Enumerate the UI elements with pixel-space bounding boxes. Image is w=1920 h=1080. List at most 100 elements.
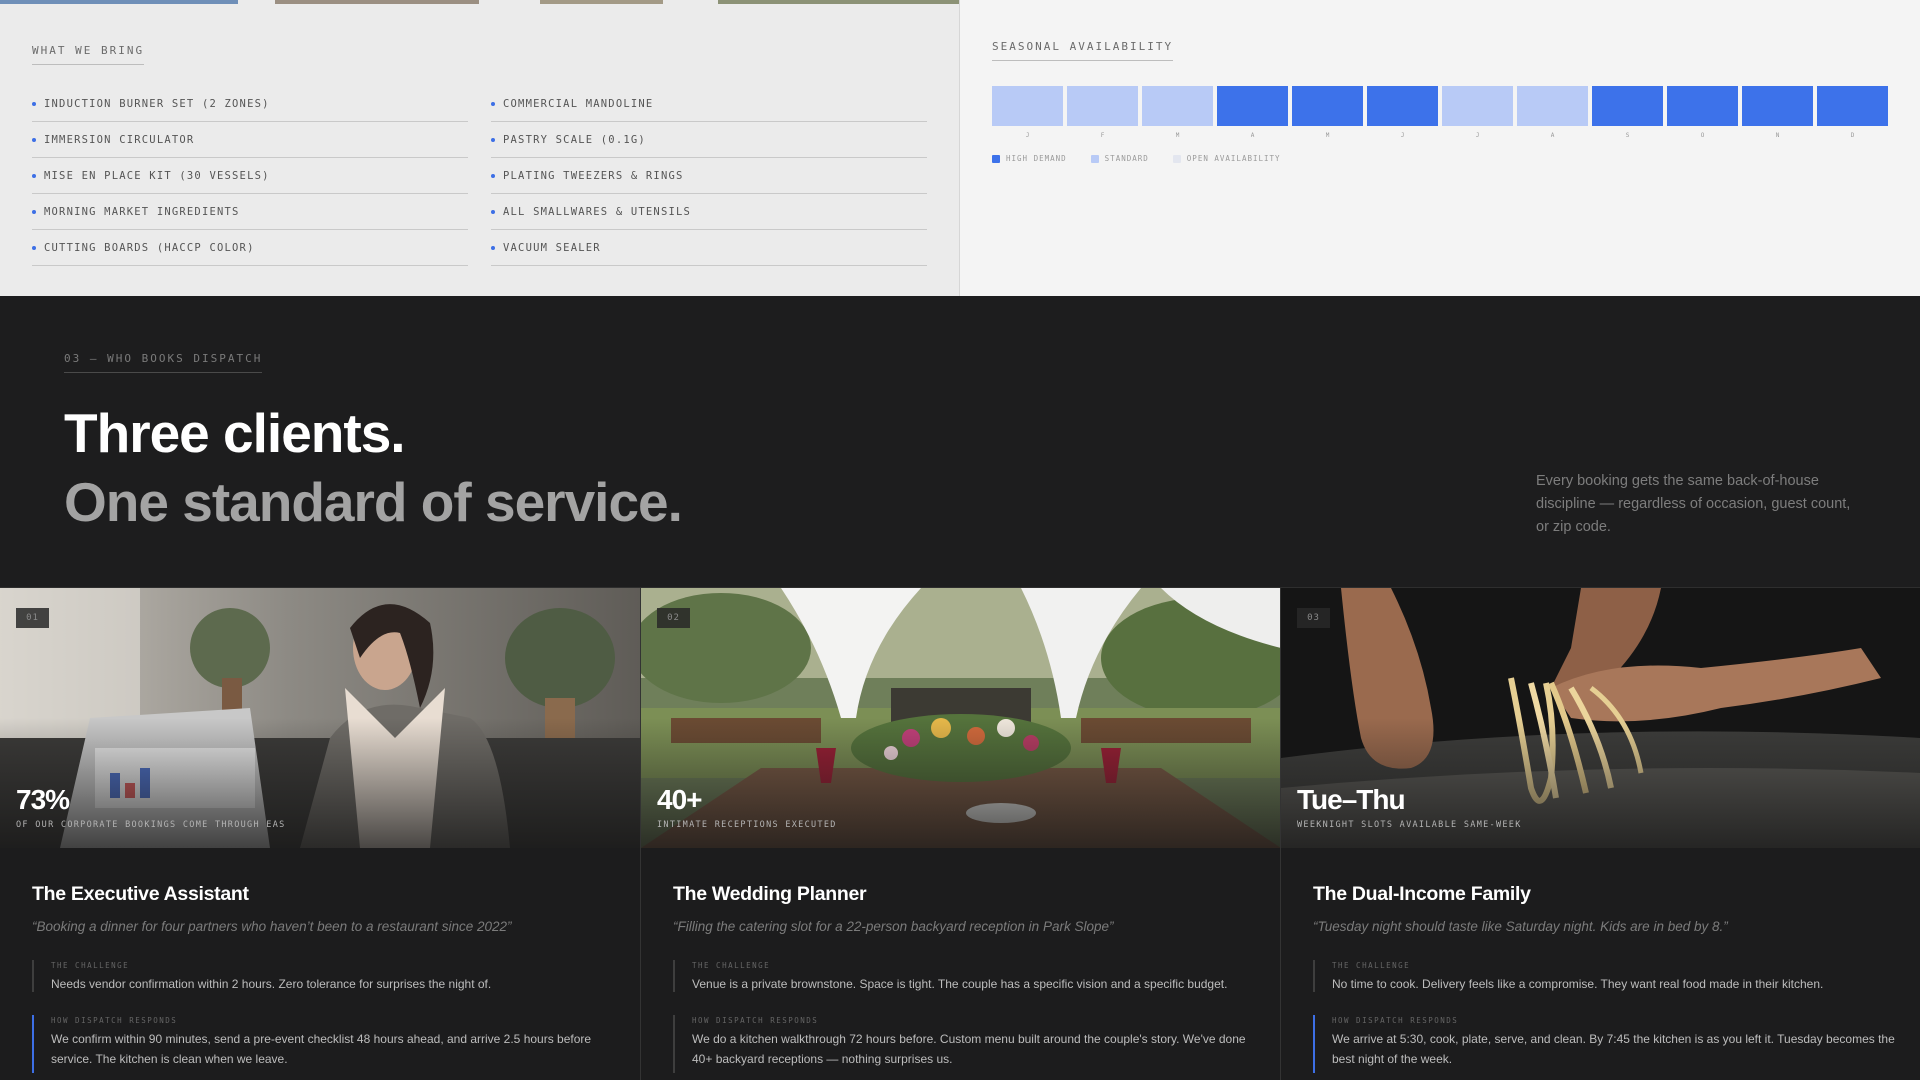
client-cards: 01 73% OF OUR CORPORATE BOOKINGS COME TH…	[0, 587, 1920, 1080]
response-label: HOW DISPATCH RESPONDS	[692, 1016, 819, 1025]
month-availability-bar[interactable]	[992, 86, 1063, 126]
legend-label: HIGH DEMAND	[1006, 154, 1067, 163]
month-availability-bar[interactable]	[1142, 86, 1213, 126]
month-availability-bar[interactable]	[1667, 86, 1738, 126]
equipment-item: IMMERSION CIRCULATOR	[32, 122, 468, 158]
card-title: The Dual-Income Family	[1313, 883, 1531, 905]
month-column: D	[1817, 86, 1888, 139]
photo-strip	[0, 0, 959, 4]
bullet-dot-icon	[491, 101, 495, 106]
bullet-dot-icon	[32, 209, 36, 214]
month-column: J	[992, 86, 1063, 139]
card-title: The Executive Assistant	[32, 883, 249, 905]
card-number-badge: 03	[1297, 608, 1330, 628]
month-label: M	[1325, 132, 1330, 139]
month-label: F	[1100, 132, 1105, 139]
bullet-dot-icon	[491, 209, 495, 214]
equipment-item: COMMERCIAL MANDOLINE	[491, 86, 927, 122]
month-availability-grid: JFMAMJJASOND	[992, 86, 1888, 139]
bullet-dot-icon	[491, 173, 495, 178]
section-eyebrow: 03 — WHO BOOKS DISPATCH	[64, 352, 263, 373]
month-label: O	[1700, 132, 1705, 139]
month-availability-bar[interactable]	[1367, 86, 1438, 126]
equipment-label: MISE EN PLACE KIT (30 VESSELS)	[44, 169, 270, 182]
photo-strip-segment	[0, 0, 238, 4]
client-card-executive-assistant[interactable]: 01 73% OF OUR CORPORATE BOOKINGS COME TH…	[0, 588, 640, 1080]
client-card-dual-income-family[interactable]: 03 Tue–Thu WEEKNIGHT SLOTS AVAILABLE SAM…	[1280, 588, 1920, 1080]
equipment-item: INDUCTION BURNER SET (2 ZONES)	[32, 86, 468, 122]
response-text: We arrive at 5:30, cook, plate, serve, a…	[1332, 1032, 1895, 1066]
client-card-wedding-planner[interactable]: 02 40+ INTIMATE RECEPTIONS EXECUTED The …	[640, 588, 1280, 1080]
section-headline: Three clients.	[64, 402, 406, 464]
month-label: J	[1025, 132, 1030, 139]
month-label: A	[1550, 132, 1555, 139]
month-label: M	[1175, 132, 1180, 139]
equipment-label: CUTTING BOARDS (HACCP COLOR)	[44, 241, 255, 254]
legend-swatch	[1090, 154, 1099, 163]
month-availability-bar[interactable]	[1292, 86, 1363, 126]
response-block: HOW DISPATCH RESPONDS We do a kitchen wa…	[673, 1015, 1263, 1073]
card-quote: “Filling the catering slot for a 22-pers…	[673, 919, 1114, 934]
legend-item: HIGH DEMAND	[992, 154, 1067, 163]
card-photo-office	[0, 588, 640, 848]
bullet-dot-icon	[32, 137, 36, 142]
who-books-section: 03 — WHO BOOKS DISPATCH Three clients. O…	[0, 296, 1920, 587]
equipment-list-left: INDUCTION BURNER SET (2 ZONES) IMMERSION…	[32, 86, 468, 266]
month-column: J	[1367, 86, 1438, 139]
legend-item: OPEN AVAILABILITY	[1172, 154, 1281, 163]
challenge-block: THE CHALLENGE No time to cook. Delivery …	[1313, 960, 1903, 992]
equipment-item: PASTRY SCALE (0.1G)	[491, 122, 927, 158]
section-subheadline: One standard of service.	[64, 471, 683, 533]
section-eyebrow: SEASONAL AVAILABILITY	[992, 40, 1174, 61]
month-availability-bar[interactable]	[1442, 86, 1513, 126]
month-column: M	[1142, 86, 1213, 139]
section-description: Every booking gets the same back-of-hous…	[1536, 473, 1851, 535]
card-stat: 40+	[657, 784, 702, 815]
legend-swatch	[992, 154, 1000, 163]
month-availability-bar[interactable]	[1067, 86, 1138, 126]
equipment-item: MORNING MARKET INGREDIENTS	[32, 194, 468, 230]
response-label: HOW DISPATCH RESPONDS	[51, 1016, 178, 1025]
month-availability-bar[interactable]	[1217, 86, 1288, 126]
month-availability-bar[interactable]	[1742, 86, 1813, 126]
equipment-label: ALL SMALLWARES & UTENSILS	[503, 205, 692, 218]
card-stat-caption: INTIMATE RECEPTIONS EXECUTED	[657, 820, 837, 830]
month-label: A	[1250, 132, 1255, 139]
challenge-text: Needs vendor confirmation within 2 hours…	[51, 977, 492, 991]
equipment-label: COMMERCIAL MANDOLINE	[503, 97, 654, 110]
card-quote: “Tuesday night should taste like Saturda…	[1313, 919, 1728, 934]
response-text: We do a kitchen walkthrough 72 hours bef…	[692, 1032, 1246, 1066]
card-number-badge: 02	[657, 608, 690, 628]
response-label: HOW DISPATCH RESPONDS	[1332, 1016, 1459, 1025]
month-label: D	[1850, 132, 1855, 139]
equipment-label: MORNING MARKET INGREDIENTS	[44, 205, 240, 218]
equipment-label: VACUUM SEALER	[503, 241, 601, 254]
card-stat-caption: OF OUR CORPORATE BOOKINGS COME THROUGH E…	[16, 820, 286, 830]
month-column: A	[1217, 86, 1288, 139]
equipment-item: CUTTING BOARDS (HACCP COLOR)	[32, 230, 468, 266]
month-label: S	[1625, 132, 1630, 139]
month-column: A	[1517, 86, 1588, 139]
month-availability-bar[interactable]	[1592, 86, 1663, 126]
bullet-dot-icon	[32, 245, 36, 250]
equipment-label: INDUCTION BURNER SET (2 ZONES)	[44, 97, 270, 110]
challenge-text: No time to cook. Delivery feels like a c…	[1332, 977, 1824, 991]
card-stat: Tue–Thu	[1297, 784, 1406, 815]
equipment-item: PLATING TWEEZERS & RINGS	[491, 158, 927, 194]
equipment-label: IMMERSION CIRCULATOR	[44, 133, 195, 146]
equipment-item: MISE EN PLACE KIT (30 VESSELS)	[32, 158, 468, 194]
photo-strip-segment	[275, 0, 479, 4]
response-block: HOW DISPATCH RESPONDS We confirm within …	[32, 1015, 622, 1073]
challenge-text: Venue is a private brownstone. Space is …	[692, 977, 1228, 991]
month-column: J	[1442, 86, 1513, 139]
month-availability-bar[interactable]	[1817, 86, 1888, 126]
photo-strip-segment	[540, 0, 663, 4]
equipment-item: ALL SMALLWARES & UTENSILS	[491, 194, 927, 230]
legend-label: OPEN AVAILABILITY	[1186, 154, 1281, 163]
challenge-block: THE CHALLENGE Venue is a private brownst…	[673, 960, 1263, 992]
month-availability-bar[interactable]	[1517, 86, 1588, 126]
month-column: F	[1067, 86, 1138, 139]
equipment-label: PASTRY SCALE (0.1G)	[503, 133, 646, 146]
legend-label: STANDARD	[1104, 154, 1149, 163]
response-text: We confirm within 90 minutes, send a pre…	[51, 1032, 592, 1066]
